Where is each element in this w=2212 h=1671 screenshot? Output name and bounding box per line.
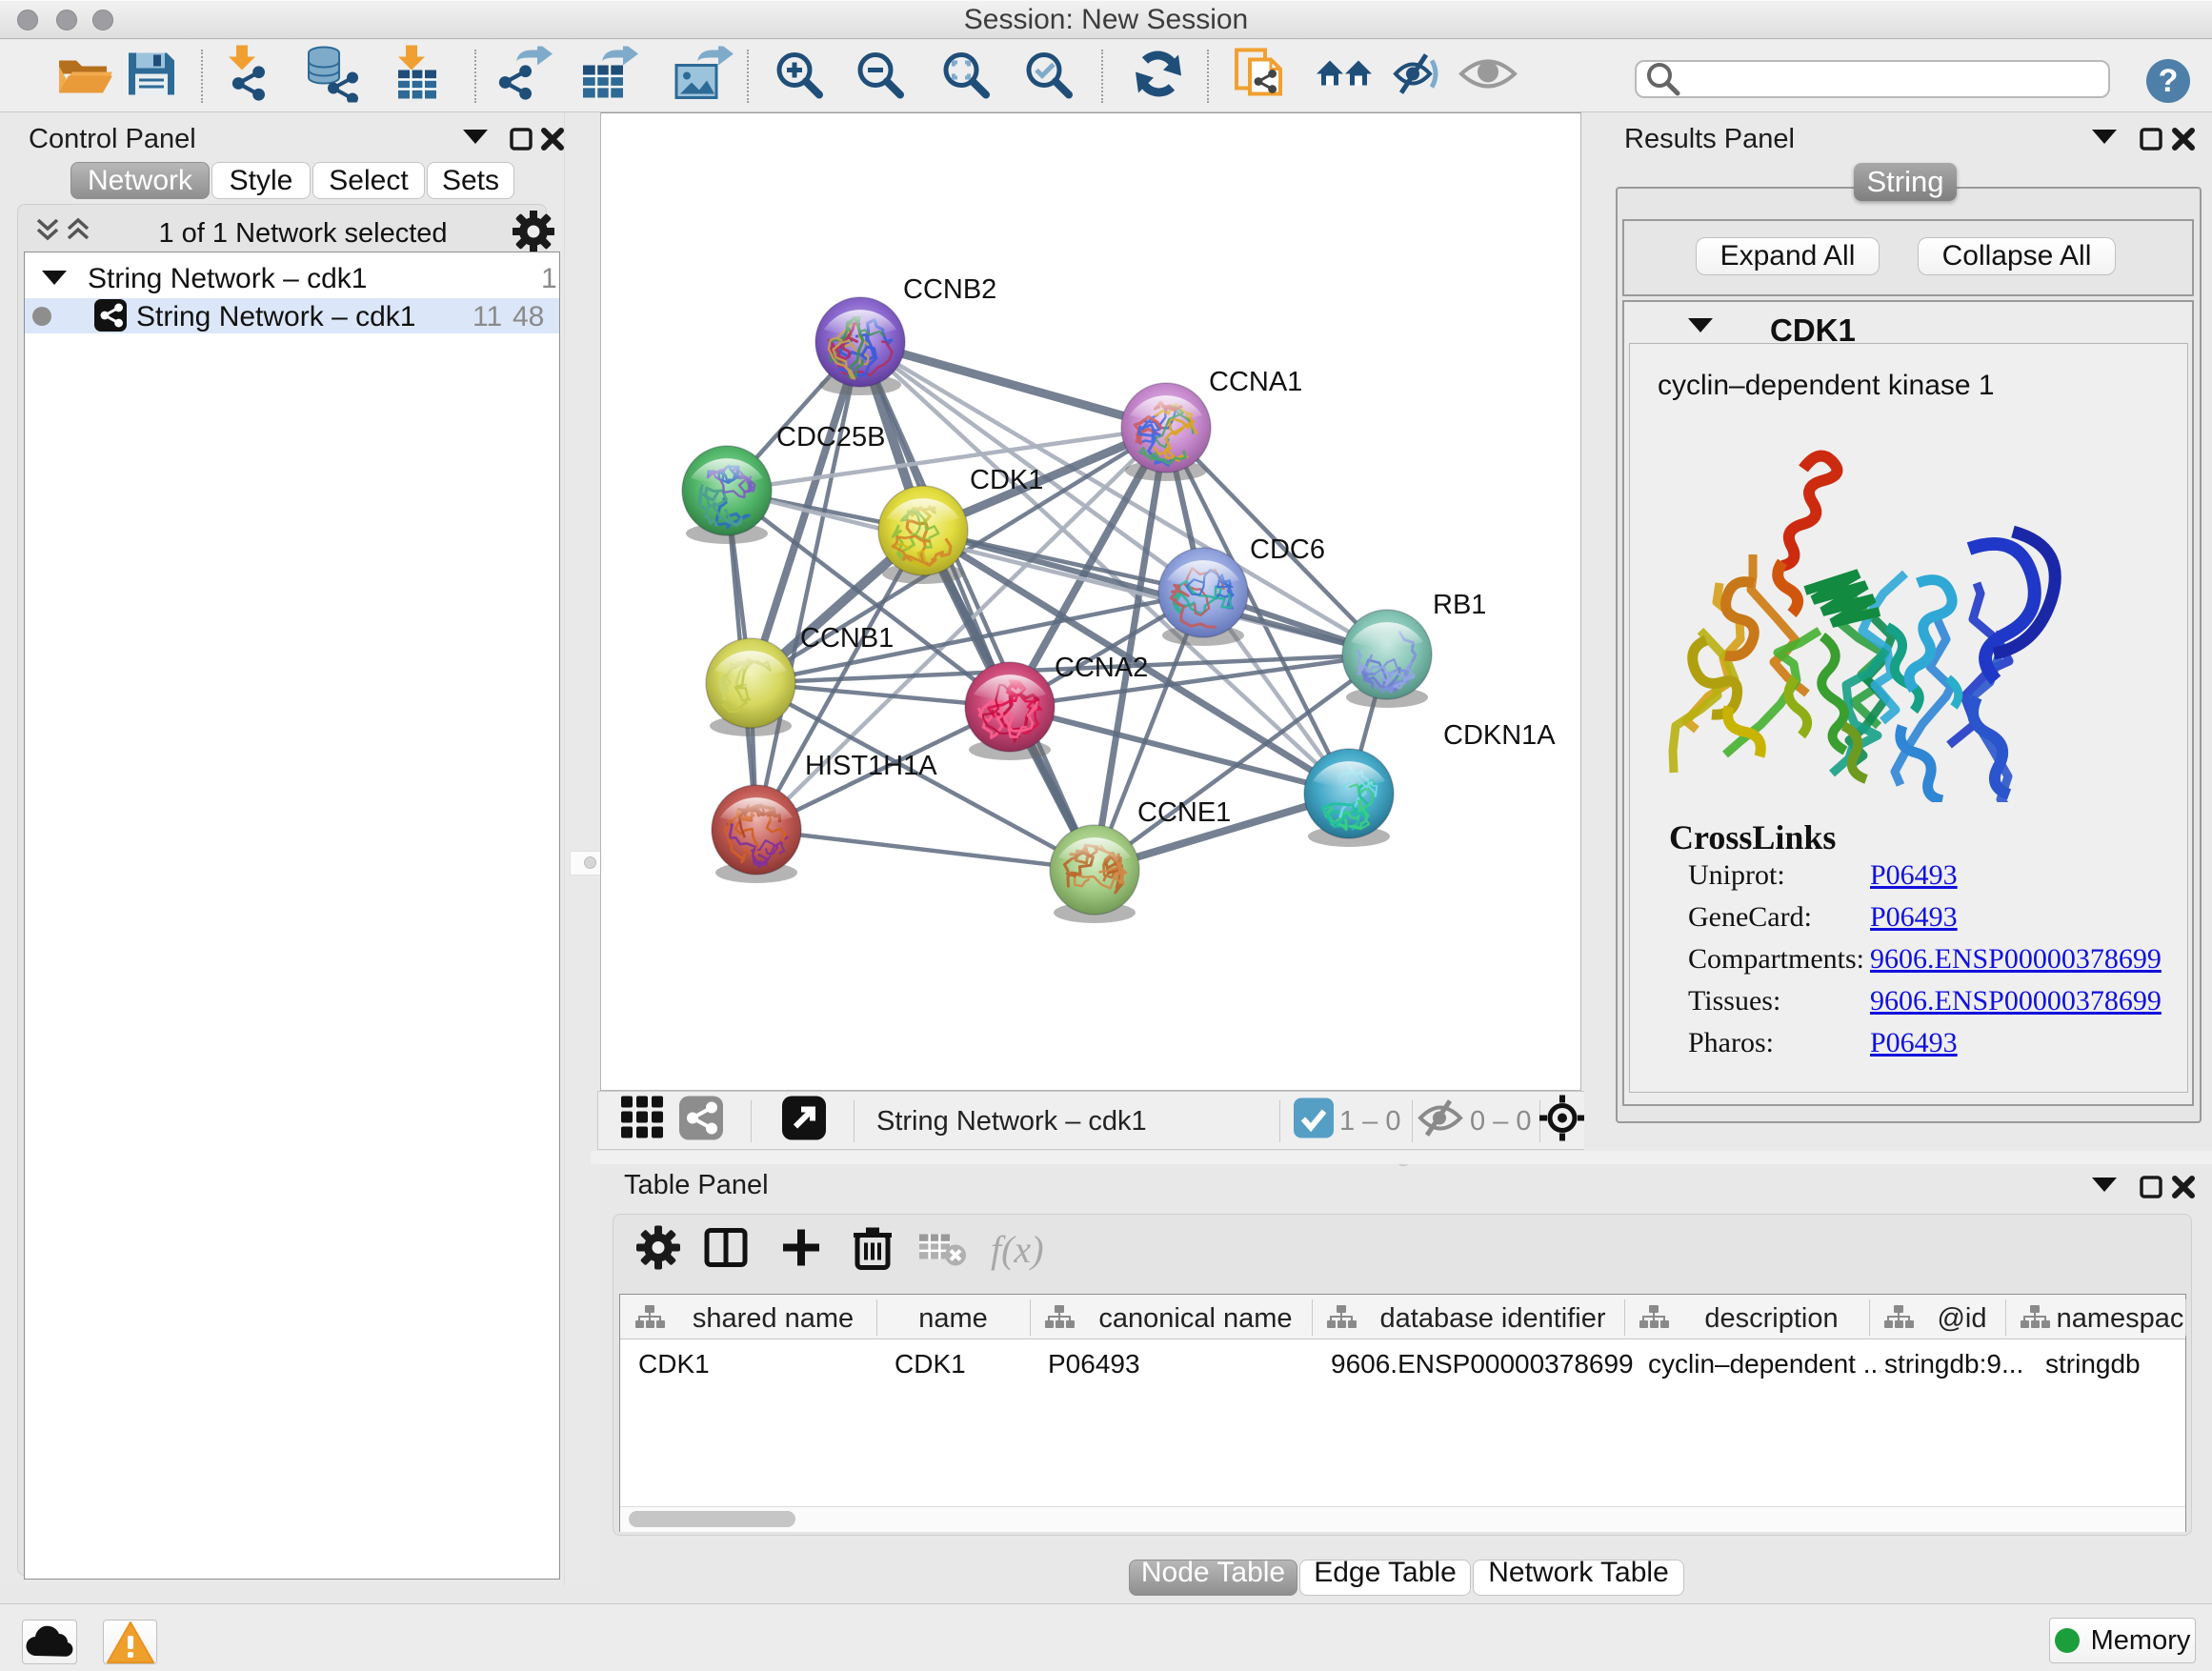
svg-text:CDC6: CDC6 — [1250, 534, 1325, 565]
svg-text:CDC25B: CDC25B — [776, 422, 885, 453]
svg-text:CDKN1A: CDKN1A — [1443, 720, 1556, 751]
svg-text:CCNE1: CCNE1 — [1137, 797, 1231, 828]
svg-text:CDK1: CDK1 — [970, 465, 1043, 495]
svg-text:HIST1H1A: HIST1H1A — [805, 751, 937, 781]
svg-text:RB1: RB1 — [1433, 590, 1486, 620]
svg-text:CCNA2: CCNA2 — [1055, 653, 1148, 683]
svg-text:CCNA1: CCNA1 — [1209, 367, 1302, 397]
svg-text:CCNB2: CCNB2 — [903, 274, 996, 305]
svg-text:CCNB1: CCNB1 — [800, 623, 894, 654]
